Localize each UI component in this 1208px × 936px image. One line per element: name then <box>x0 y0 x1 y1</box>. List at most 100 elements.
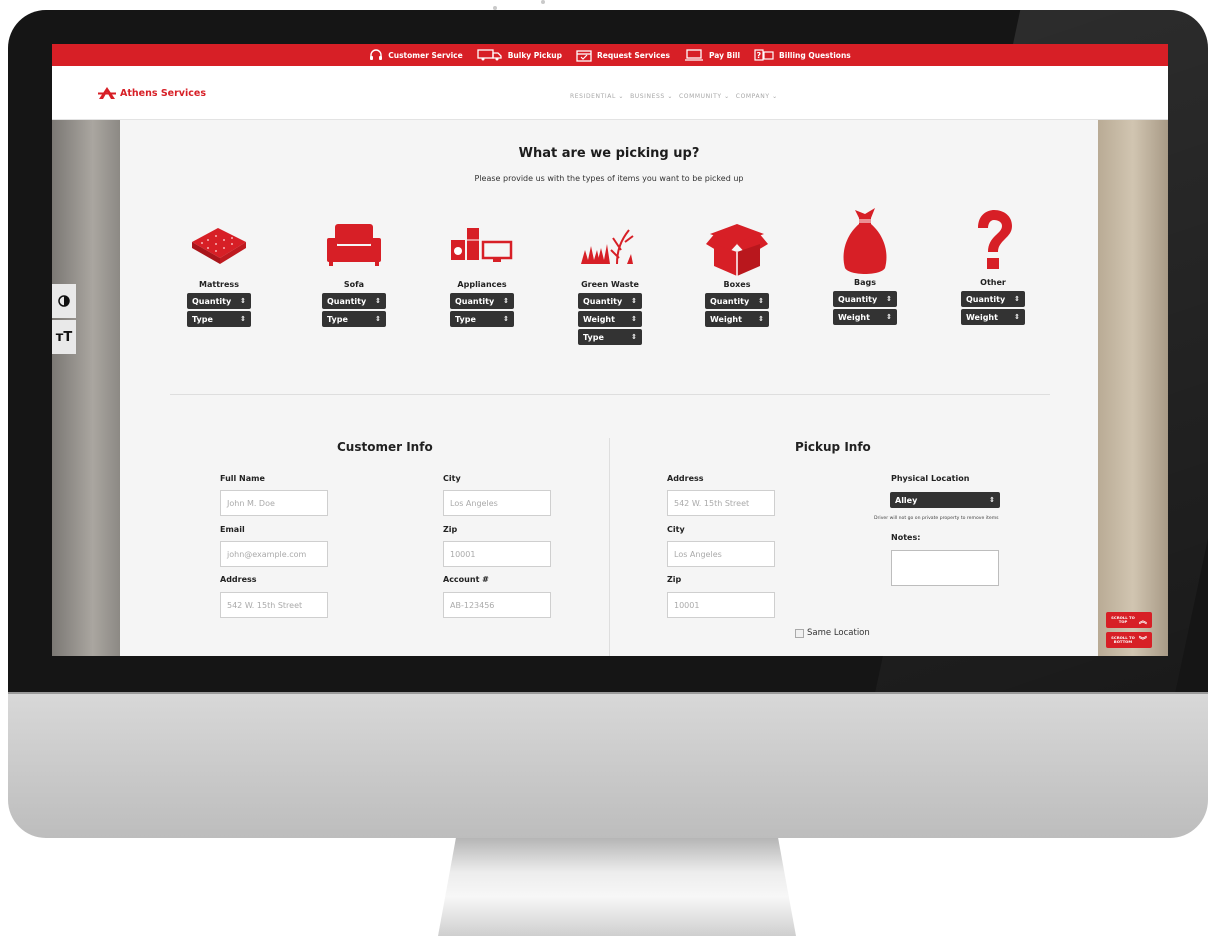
scroll-to-top-button[interactable]: SCROLL TO TOP ︽ <box>1106 612 1152 628</box>
email-input[interactable]: john@example.com <box>220 541 328 567</box>
green-waste-type-select[interactable]: Type ⇕ <box>578 329 642 345</box>
email-label: Email <box>220 525 245 534</box>
scroll-to-bottom-button[interactable]: SCROLL TO BOTTOM ︾ <box>1106 632 1152 648</box>
select-arrow-icon: ⇕ <box>375 315 381 323</box>
athens-logo-icon <box>98 87 116 99</box>
full-name-input[interactable]: John M. Doe <box>220 490 328 516</box>
item-sofa: Sofa Quantity ⇕ Type ⇕ <box>299 220 409 327</box>
bag-icon <box>843 208 887 274</box>
appliances-icon <box>451 228 513 262</box>
pickup-city-input[interactable]: Los Angeles <box>667 541 775 567</box>
monitor-stand <box>438 838 796 936</box>
sofa-quantity-select[interactable]: Quantity ⇕ <box>322 293 386 309</box>
brand-name: Athens Services <box>120 87 206 99</box>
address-label: Address <box>220 575 257 584</box>
bulky-pickup-link[interactable]: Bulky Pickup <box>477 49 562 61</box>
account-input[interactable]: AB-123456 <box>443 592 551 618</box>
checkbox-box <box>795 628 804 638</box>
select-arrow-icon: ⇕ <box>758 297 764 305</box>
contrast-toggle[interactable] <box>52 284 76 318</box>
appliances-quantity-select[interactable]: Quantity ⇕ <box>450 293 514 309</box>
zip-label: Zip <box>443 525 458 534</box>
double-chevron-down-icon: ︾ <box>1138 635 1147 645</box>
account-label: Account # <box>443 575 489 584</box>
athens-logo[interactable]: Athens Services <box>98 86 206 100</box>
nav-item-community[interactable]: COMMUNITY ⌄ <box>679 93 730 100</box>
item-green-waste: Green Waste Quantity ⇕ Weight ⇕ Type ⇕ <box>555 220 665 345</box>
pay-bill-link[interactable]: Pay Bill <box>684 49 740 61</box>
customer-info-title: Customer Info <box>337 440 433 454</box>
pickup-address-input[interactable]: 542 W. 15th Street <box>667 490 775 516</box>
pickup-address-label: Address <box>667 474 704 483</box>
item-bags: Bags Quantity ⇕ Weight ⇕ <box>810 206 920 325</box>
physical-location-note: Driver will not go on private property t… <box>874 516 999 521</box>
select-arrow-icon: ⇕ <box>1014 313 1020 321</box>
customer-service-link[interactable]: Customer Service <box>369 49 463 61</box>
select-arrow-icon: ⇕ <box>631 333 637 341</box>
nav-item-residential[interactable]: RESIDENTIAL ⌄ <box>570 93 624 100</box>
item-boxes: Boxes Quantity ⇕ Weight ⇕ <box>682 220 792 327</box>
request-services-link[interactable]: Request Services <box>576 49 670 62</box>
city-input[interactable]: Los Angeles <box>443 490 551 516</box>
other-quantity-select[interactable]: Quantity ⇕ <box>961 291 1025 307</box>
other-weight-select[interactable]: Weight ⇕ <box>961 309 1025 325</box>
box-icon <box>706 224 768 276</box>
item-label: Green Waste <box>581 280 639 289</box>
pickup-zip-input[interactable]: 10001 <box>667 592 775 618</box>
select-arrow-icon: ⇕ <box>503 297 509 305</box>
utility-bar: Customer Service Bulky Pickup Request Se… <box>52 44 1168 66</box>
billing-questions-link[interactable]: ? Billing Questions <box>754 49 851 61</box>
select-arrow-icon: ⇕ <box>375 297 381 305</box>
contrast-icon <box>58 295 70 307</box>
address-input[interactable]: 542 W. 15th Street <box>220 592 328 618</box>
select-arrow-icon: ⇕ <box>886 295 892 303</box>
text-size-toggle[interactable]: ᴛT <box>52 320 76 354</box>
green-waste-icon <box>581 229 634 265</box>
notes-textarea[interactable] <box>891 550 999 586</box>
select-arrow-icon: ⇕ <box>631 297 637 305</box>
bags-weight-select[interactable]: Weight ⇕ <box>833 309 897 325</box>
bulky-pickup-label: Bulky Pickup <box>507 50 563 60</box>
main-navbar: Athens Services RESIDENTIAL ⌄ BUSINESS ⌄… <box>52 66 1168 120</box>
background-photo-left <box>52 120 120 656</box>
column-divider <box>609 438 610 656</box>
city-label: City <box>443 474 461 483</box>
monitor-chin <box>8 694 1208 838</box>
green-waste-quantity-select[interactable]: Quantity ⇕ <box>578 293 642 309</box>
customer-service-label: Customer Service <box>388 50 463 60</box>
boxes-quantity-select[interactable]: Quantity ⇕ <box>705 293 769 309</box>
double-chevron-up-icon: ︽ <box>1138 615 1147 625</box>
nav-item-business[interactable]: BUSINESS ⌄ <box>630 93 673 100</box>
select-arrow-icon: ⇕ <box>631 315 637 323</box>
boxes-weight-select[interactable]: Weight ⇕ <box>705 311 769 327</box>
zip-input[interactable]: 10001 <box>443 541 551 567</box>
item-label: Boxes <box>723 280 751 289</box>
sofa-type-select[interactable]: Type ⇕ <box>322 311 386 327</box>
appliances-type-select[interactable]: Type ⇕ <box>450 311 514 327</box>
primary-nav: RESIDENTIAL ⌄ BUSINESS ⌄ COMMUNITY ⌄ COM… <box>570 93 778 100</box>
pickup-subtitle: Please provide us with the types of item… <box>474 174 744 183</box>
item-other: Other Quantity ⇕ Weight ⇕ <box>938 206 1048 325</box>
bags-quantity-select[interactable]: Quantity ⇕ <box>833 291 897 307</box>
item-mattress: Mattress Quantity ⇕ Type ⇕ <box>164 220 274 327</box>
sofa-icon <box>327 224 381 266</box>
notes-label: Notes: <box>891 533 921 542</box>
pickup-zip-label: Zip <box>667 575 682 584</box>
same-location-checkbox[interactable]: Same Location <box>795 628 870 638</box>
billing-questions-label: Billing Questions <box>779 50 851 60</box>
question-icon <box>978 210 1012 269</box>
pickup-title: What are we picking up? <box>518 146 700 161</box>
mattress-quantity-select[interactable]: Quantity ⇕ <box>187 293 251 309</box>
select-arrow-icon: ⇕ <box>240 297 246 305</box>
green-waste-weight-select[interactable]: Weight ⇕ <box>578 311 642 327</box>
section-divider <box>170 394 1050 395</box>
select-arrow-icon: ⇕ <box>503 315 509 323</box>
pickup-info-title: Pickup Info <box>795 440 871 454</box>
text-size-icon: ᴛT <box>55 329 73 345</box>
mattress-type-select[interactable]: Type ⇕ <box>187 311 251 327</box>
pickup-city-label: City <box>667 525 685 534</box>
physical-location-label: Physical Location <box>891 474 970 483</box>
physical-location-select[interactable]: Alley ⇕ <box>890 492 1000 508</box>
item-label: Other <box>980 278 1006 287</box>
nav-item-company[interactable]: COMPANY ⌄ <box>736 93 778 100</box>
